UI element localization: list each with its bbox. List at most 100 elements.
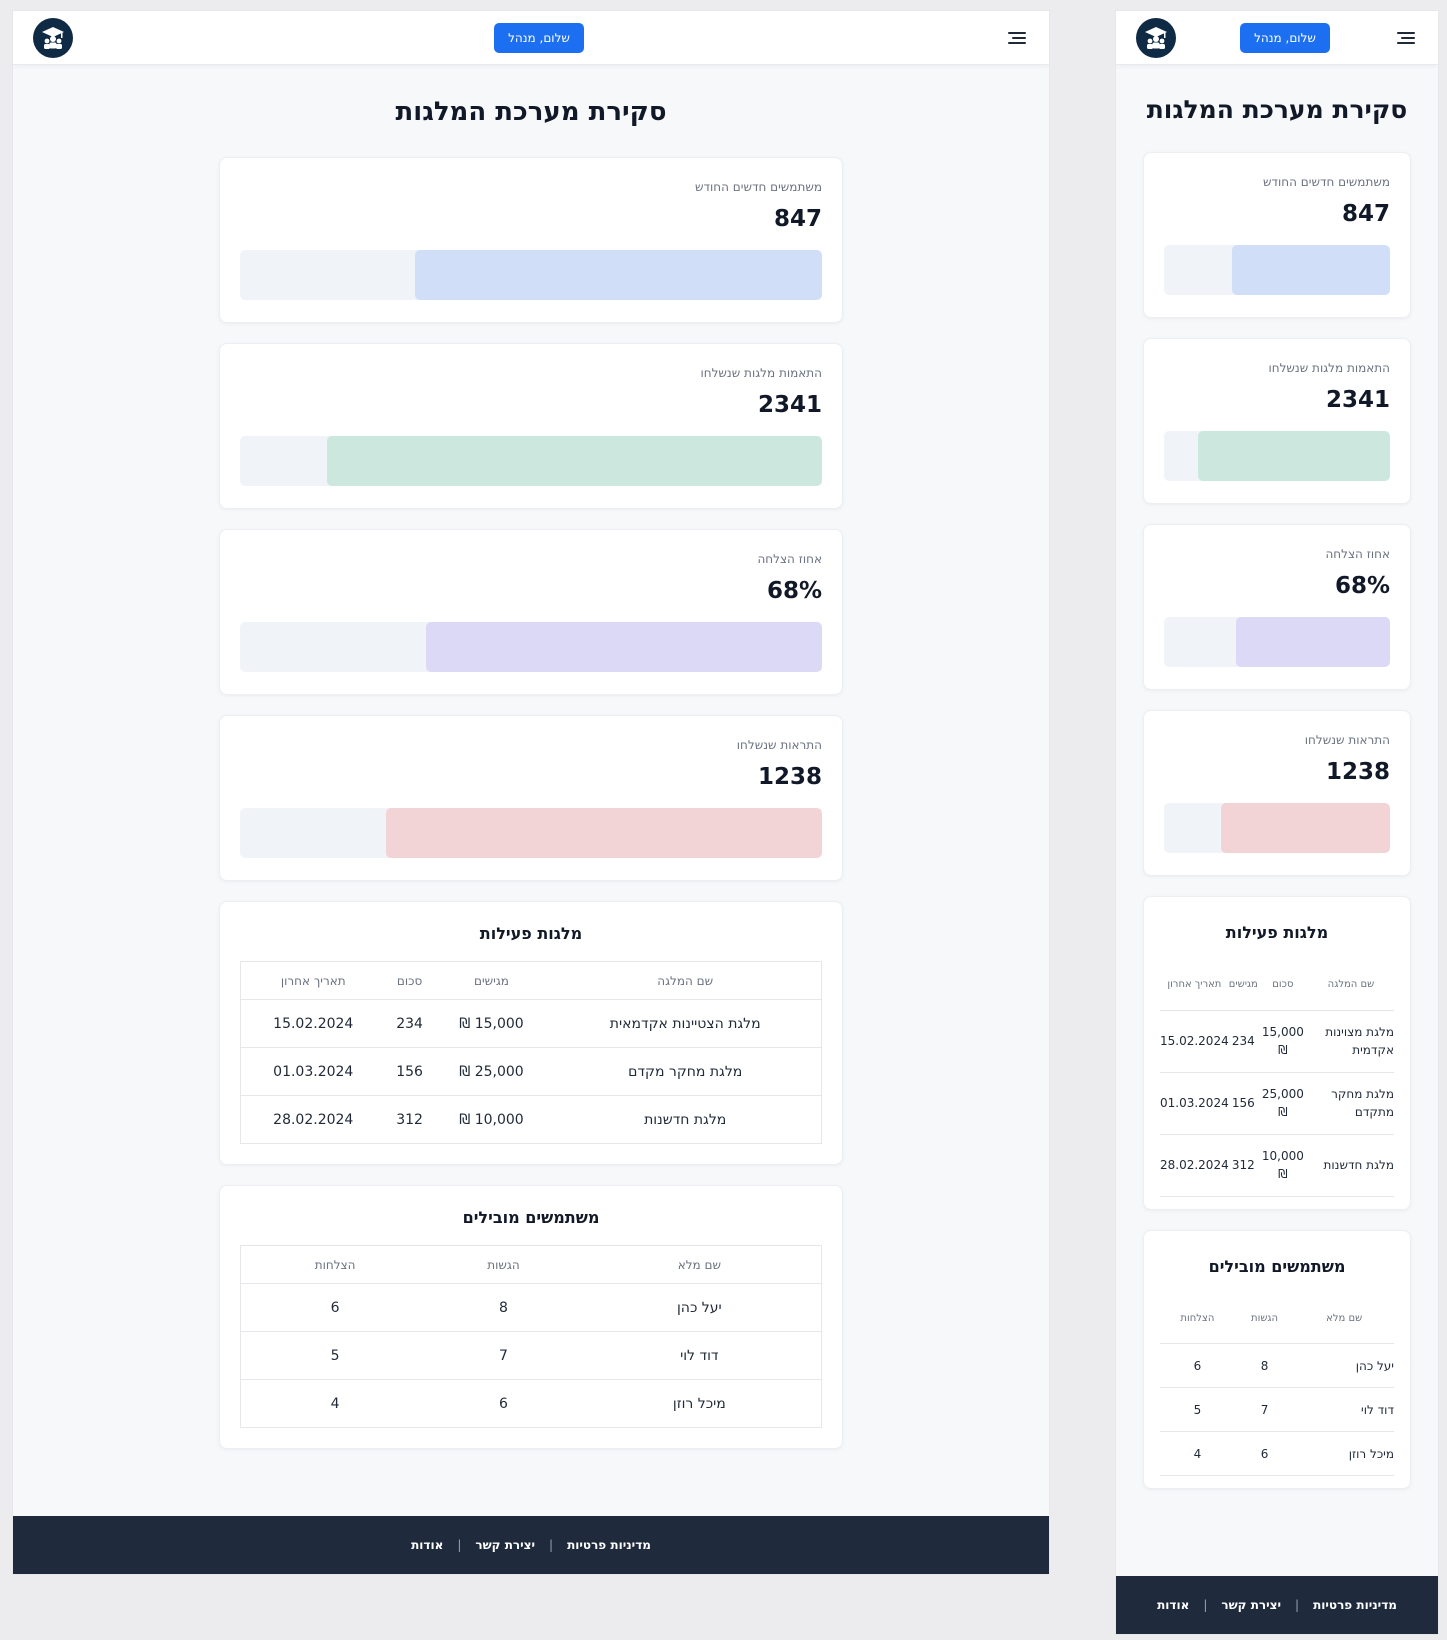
cell-amount: 10,000 ₪: [433, 1095, 550, 1144]
cell-submissions: 8: [429, 1283, 578, 1332]
cell-deadline: 28.02.2024: [240, 1095, 386, 1144]
table-title: משתמשים מובילים: [1208, 1256, 1346, 1276]
active-scholarships-card: מלגות פעילות שם המלגה סכום מגישים תאריך …: [1143, 896, 1411, 1210]
table-row[interactable]: מלגת מחקר מתקדם 25,000 ₪ 156 01.03.2024: [1160, 1072, 1394, 1135]
cell-submissions: 8: [1234, 1343, 1295, 1388]
footer-link-contact[interactable]: יצירת קשר: [475, 1538, 535, 1552]
top-bar: שלום, מנהל: [13, 11, 1049, 65]
scholarships-table: שם המלגה מגישים סכום תאריך אחרון מלגת הצ…: [240, 961, 822, 1144]
cell-applicants: 312: [385, 1095, 434, 1144]
greeting-button[interactable]: שלום, מנהל: [494, 22, 584, 53]
cell-name: מלגת חדשנות: [549, 1095, 822, 1144]
table-row[interactable]: דוד לוי 7 5: [240, 1331, 822, 1380]
mobile-view: שלום, מנהל סקירת מערכת המלגות משתמשים חד…: [1115, 10, 1439, 1635]
page-title: סקירת מערכת המלגות: [395, 97, 667, 127]
column-header: שם מלא: [577, 1245, 822, 1284]
column-header: הגשות: [429, 1245, 578, 1284]
page-title: סקירת מערכת המלגות: [1146, 95, 1408, 124]
table-row[interactable]: מלגת חדשנות 10,000 ₪ 312 28.02.2024: [240, 1095, 822, 1144]
table-row[interactable]: יעל כהן 8 6: [1160, 1343, 1394, 1388]
table-row[interactable]: מלגת מחקר מקדם 25,000 ₪ 156 01.03.2024: [240, 1047, 822, 1096]
column-header: מגישים: [1228, 960, 1258, 1011]
cell-submissions: 7: [1234, 1387, 1295, 1432]
leading-users-table: שם מלא הגשות הצלחות יעל כהן 8 6 דוד לוי: [240, 1245, 822, 1428]
scholarships-table: שם המלגה סכום מגישים תאריך אחרון מלגת מצ…: [1160, 960, 1394, 1197]
desktop-view: שלום, מנהל סקירת מערכת המלגות משתמשים חד…: [12, 10, 1050, 1575]
hamburger-menu-icon[interactable]: [1394, 26, 1418, 50]
table-row[interactable]: מלגת הצטיינות אקדמאית 15,000 ₪ 234 15.02…: [240, 999, 822, 1048]
column-header: הגשות: [1234, 1293, 1295, 1344]
cell-deadline: 01.03.2024: [240, 1047, 386, 1096]
footer-link-about[interactable]: אודות: [411, 1538, 443, 1552]
table-row[interactable]: מיכל רוזן 6 4: [240, 1379, 822, 1428]
footer-link-privacy[interactable]: מדיניות פרטיות: [567, 1538, 651, 1552]
stat-value: 2341: [757, 392, 822, 418]
stat-label: התאמות מלגות שנשלחו: [700, 366, 823, 380]
cell-successes: 4: [1160, 1431, 1235, 1476]
cell-name: מלגת הצטיינות אקדמאית: [549, 999, 822, 1048]
footer-link-about[interactable]: אודות: [1157, 1598, 1189, 1612]
column-header: שם המלגה: [1307, 960, 1394, 1011]
cell-deadline: 15.02.2024: [240, 999, 386, 1048]
footer: מדיניות פרטיות | יצירת קשר | אודות: [1116, 1576, 1438, 1634]
footer-separator: |: [549, 1538, 554, 1552]
stat-value: 1238: [1325, 759, 1390, 785]
table-row[interactable]: מלגת חדשנות 10,000 ₪ 312 28.02.2024: [1160, 1134, 1394, 1197]
progress-track: [1164, 617, 1390, 667]
progress-fill: [327, 436, 822, 486]
progress-fill: [1197, 431, 1390, 481]
progress-track: [240, 250, 822, 300]
cell-deadline: 28.02.2024: [1160, 1134, 1229, 1197]
footer-separator: |: [1295, 1598, 1300, 1612]
stat-label: התראות שנשלחו: [736, 738, 822, 752]
leading-users-card: משתמשים מובילים שם מלא הגשות הצלחות יעל …: [219, 1185, 843, 1449]
cell-submissions: 6: [429, 1379, 578, 1428]
cell-full-name: יעל כהן: [577, 1283, 822, 1332]
progress-fill: [426, 622, 822, 672]
footer-separator: |: [1203, 1598, 1208, 1612]
table-row[interactable]: מלגת מצוינות אקדמית 15,000 ₪ 234 15.02.2…: [1160, 1010, 1394, 1073]
stat-label: התאמות מלגות שנשלחו: [1268, 361, 1391, 375]
stat-card-alerts-sent: התראות שנשלחו 1238: [219, 715, 843, 881]
footer-link-privacy[interactable]: מדיניות פרטיות: [1313, 1598, 1397, 1612]
active-scholarships-card: מלגות פעילות שם המלגה מגישים סכום תאריך …: [219, 901, 843, 1165]
footer: מדיניות פרטיות | יצירת קשר | אודות: [13, 1516, 1049, 1574]
table-row[interactable]: דוד לוי 7 5: [1160, 1387, 1394, 1432]
table-header-row: שם מלא הגשות הצלחות: [240, 1245, 822, 1284]
stat-label: התראות שנשלחו: [1304, 733, 1390, 747]
column-header: מגישים: [433, 961, 550, 1000]
table-title: מלגות פעילות: [1225, 923, 1329, 942]
cell-amount: 10,000 ₪: [1257, 1134, 1308, 1197]
graduation-logo-icon[interactable]: [1136, 17, 1176, 58]
graduation-logo-icon[interactable]: [33, 17, 73, 58]
cell-successes: 6: [1160, 1343, 1235, 1388]
column-header: הצלחות: [240, 1245, 430, 1284]
table-row[interactable]: מיכל רוזן 6 4: [1160, 1431, 1394, 1476]
main-content: סקירת מערכת המלגות משתמשים חדשים החודש 8…: [1116, 65, 1438, 1576]
greeting-button[interactable]: שלום, מנהל: [1240, 22, 1330, 53]
stat-card-new-users: משתמשים חדשים החודש 847: [1143, 152, 1411, 318]
stat-card-success-rate: אחוז הצלחה 68%: [1143, 524, 1411, 690]
progress-fill: [1231, 245, 1390, 295]
cell-name: מלגת מצוינות אקדמית: [1307, 1010, 1394, 1073]
main-content: סקירת מערכת המלגות משתמשים חדשים החודש 8…: [13, 65, 1049, 1516]
stat-value: 1238: [757, 764, 822, 790]
footer-link-contact[interactable]: יצירת קשר: [1221, 1598, 1281, 1612]
stat-label: אחוז הצלחה: [1325, 547, 1390, 561]
table-row[interactable]: יעל כהן 8 6: [240, 1283, 822, 1332]
cell-deadline: 15.02.2024: [1160, 1010, 1229, 1073]
column-header: סכום: [385, 961, 434, 1000]
cell-successes: 5: [1160, 1387, 1235, 1432]
cell-applicants: 234: [385, 999, 434, 1048]
hamburger-menu-icon[interactable]: [1005, 26, 1029, 50]
cell-submissions: 6: [1234, 1431, 1295, 1476]
cell-full-name: דוד לוי: [577, 1331, 822, 1380]
cell-successes: 4: [240, 1379, 430, 1428]
stat-card-alerts-sent: התראות שנשלחו 1238: [1143, 710, 1411, 876]
cell-name: מלגת מחקר מקדם: [549, 1047, 822, 1096]
top-bar: שלום, מנהל: [1116, 11, 1438, 65]
progress-fill: [1236, 617, 1390, 667]
stat-card-matches-sent: התאמות מלגות שנשלחו 2341: [1143, 338, 1411, 504]
table-header-row: שם המלגה סכום מגישים תאריך אחרון: [1160, 960, 1394, 1011]
cell-successes: 6: [240, 1283, 430, 1332]
